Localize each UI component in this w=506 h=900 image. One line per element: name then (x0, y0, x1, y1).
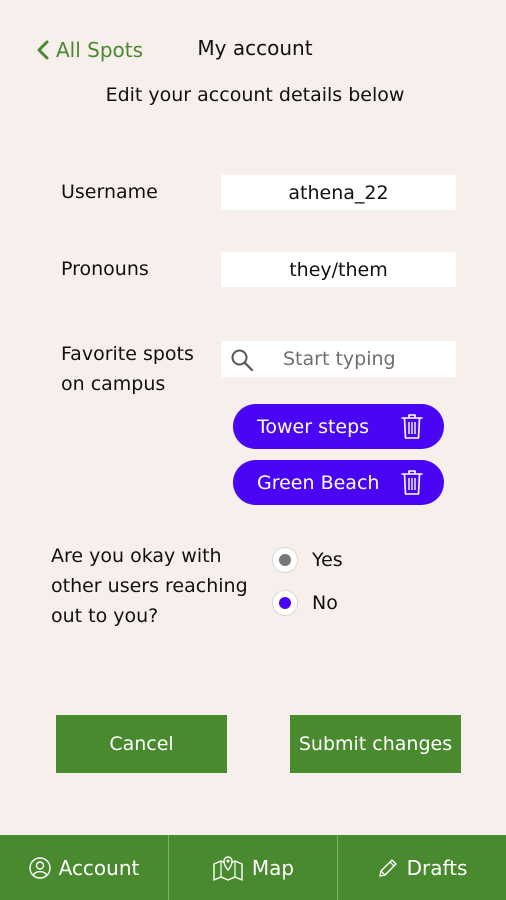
radio-dot-selected (279, 597, 291, 609)
username-label: Username (61, 181, 158, 203)
favorite-spots-search-input[interactable]: Start typing (221, 341, 456, 377)
contact-question-line3: out to you? (51, 605, 159, 627)
radio-label-no: No (312, 592, 338, 614)
user-circle-icon (28, 856, 51, 879)
radio-option-yes[interactable]: Yes (272, 545, 343, 575)
contact-question-line2: other users reaching (51, 575, 248, 597)
radio-button-no[interactable] (272, 590, 298, 616)
radio-option-no[interactable]: No (272, 588, 338, 618)
page-subtitle: Edit your account details below (105, 84, 405, 106)
bottom-nav: Account Map Drafts (0, 835, 506, 900)
favorite-spots-label: Favorite spots on campus (61, 339, 194, 399)
radio-button-yes[interactable] (272, 547, 298, 573)
nav-item-map[interactable]: Map (169, 835, 338, 900)
map-icon (213, 855, 243, 881)
trash-icon[interactable] (401, 469, 423, 496)
chip-label: Tower steps (257, 415, 370, 438)
page-title: My account (197, 36, 313, 60)
contact-question-line1: Are you okay with (51, 545, 222, 567)
pronouns-field[interactable]: they/them (221, 252, 456, 287)
favorite-spots-label-line1: Favorite spots (61, 343, 194, 365)
back-link-label: All Spots (56, 38, 144, 62)
nav-label-account: Account (58, 855, 140, 880)
pronouns-label: Pronouns (61, 258, 149, 280)
nav-label-map: Map (251, 855, 295, 880)
search-placeholder: Start typing (283, 348, 396, 370)
username-field[interactable]: athena_22 (221, 175, 456, 210)
radio-label-yes: Yes (312, 549, 343, 571)
radio-dot (279, 554, 291, 566)
nav-item-account[interactable]: Account (0, 835, 169, 900)
favorite-chip-tower-steps[interactable]: Tower steps (233, 404, 444, 449)
back-link-all-spots[interactable]: All Spots (36, 34, 143, 66)
chevron-left-icon (37, 40, 49, 60)
contact-question: Are you okay with other users reaching o… (51, 541, 248, 631)
nav-label-drafts: Drafts (406, 855, 468, 880)
trash-icon[interactable] (401, 413, 423, 440)
chip-label: Green Beach (257, 471, 380, 494)
pencil-icon (378, 858, 397, 877)
nav-item-drafts[interactable]: Drafts (338, 835, 506, 900)
submit-changes-button[interactable]: Submit changes (290, 715, 461, 773)
favorite-spots-label-line2: on campus (61, 373, 166, 395)
favorite-chip-green-beach[interactable]: Green Beach (233, 460, 444, 505)
cancel-button[interactable]: Cancel (56, 715, 227, 773)
search-icon (231, 349, 254, 372)
